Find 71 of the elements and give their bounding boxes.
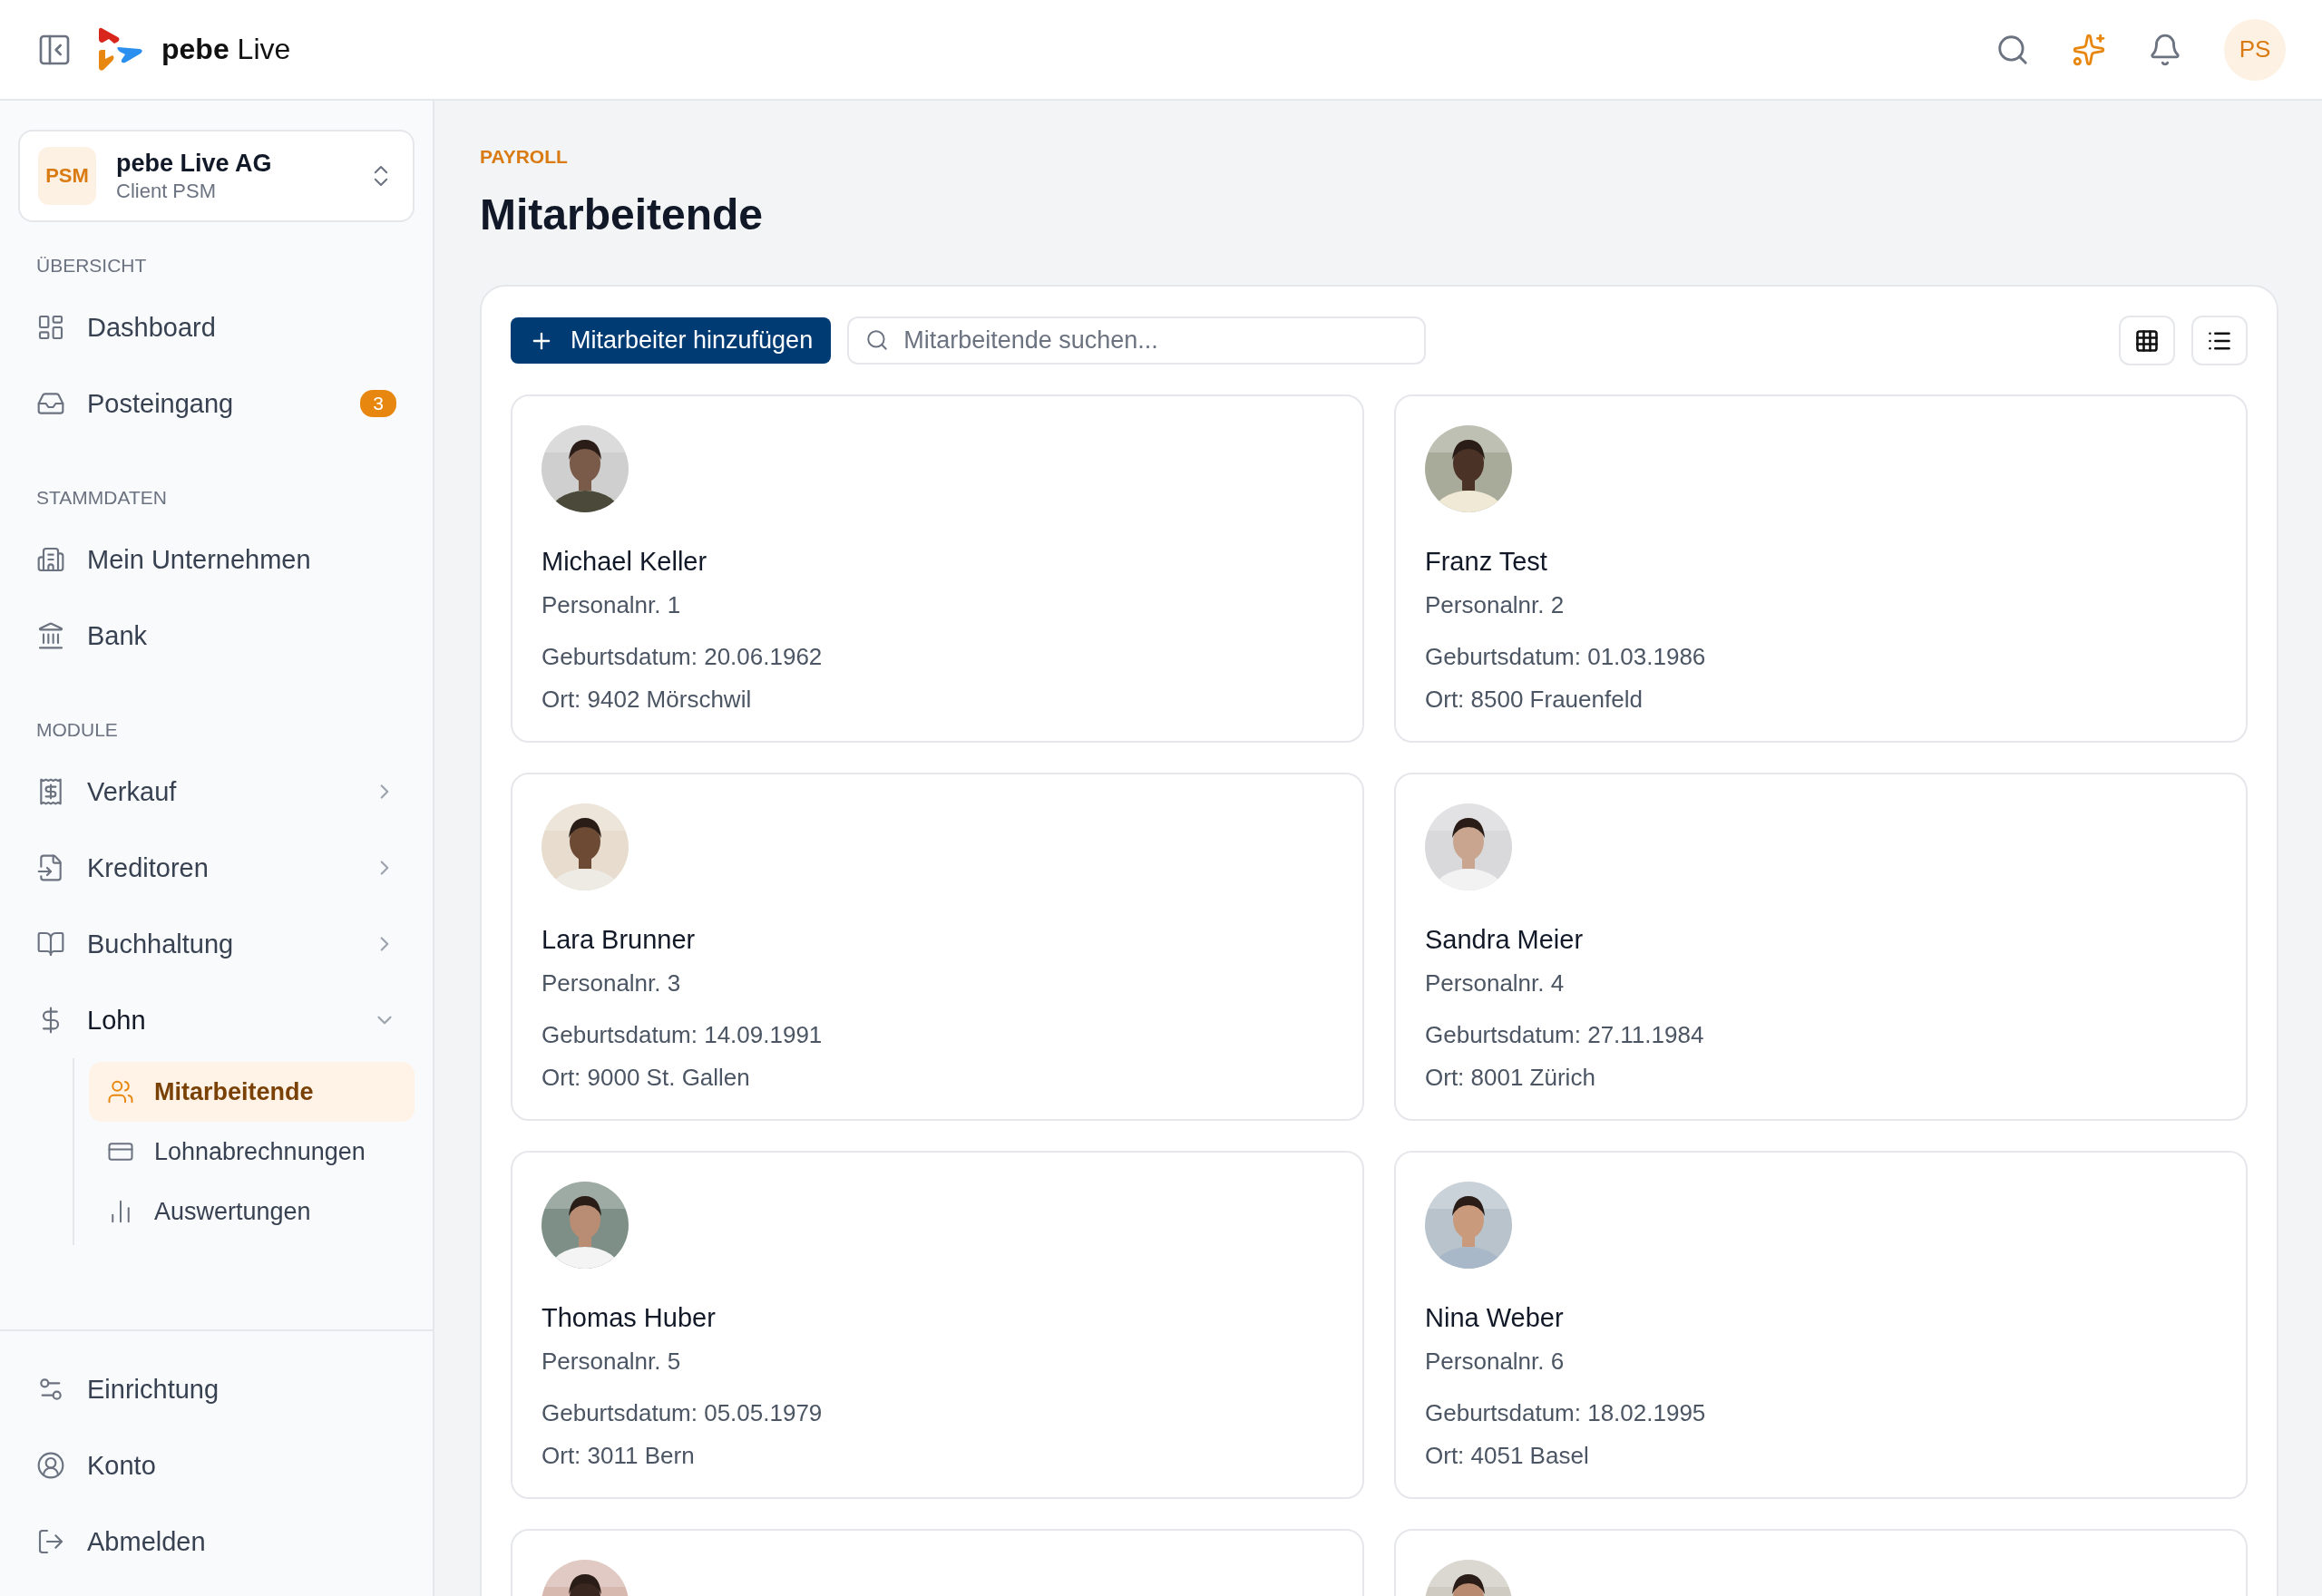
location: Ort: 3011 Bern [541, 1442, 696, 1470]
sidebar-item[interactable]: Einrichtung [18, 1351, 415, 1427]
section-title: MODULE [35, 719, 119, 741]
sidebar-item[interactable]: Kreditoren [18, 830, 415, 906]
sidebar-item[interactable]: Mein Unternehmen [18, 521, 415, 598]
sidebar-subitem[interactable]: Mitarbeitende [89, 1062, 415, 1122]
employee-name: Franz Test [1425, 547, 1548, 577]
client-badge: PSM [38, 147, 96, 205]
employee-card[interactable]: Nina Weber Personalnr. 6 Geburtsdatum: 18.02.1995 Ort: 4051 Basel [1394, 1151, 2248, 1499]
dashboard-icon [36, 313, 65, 342]
employee-card[interactable]: Franz Test Personalnr. 2 Geburtsdatum: 01.03.1986 Ort: 8500 Frauenfeld [1394, 394, 2248, 743]
add-employee-button[interactable]: Mitarbeiter hinzufügen [511, 317, 832, 364]
employee-name: Thomas Huber [541, 1303, 717, 1333]
sidebar-item[interactable]: Posteingang 3 [18, 365, 415, 442]
personnel-number: Personalnr. 3 [541, 969, 682, 998]
location: Ort: 9402 Mörschwil [541, 686, 753, 714]
sidebar-item[interactable]: Bank [18, 598, 415, 674]
personnel-number: Personalnr. 1 [541, 591, 682, 619]
building-icon [36, 545, 65, 574]
employee-name: Nina Weber [1425, 1303, 1565, 1333]
personnel-number: Personalnr. 2 [1425, 591, 1566, 619]
sidebar-item[interactable]: Verkauf [18, 754, 415, 830]
birth-date: Geburtsdatum: 20.06.1962 [541, 643, 824, 671]
personnel-number: Personalnr. 6 [1425, 1348, 1566, 1376]
employee-card[interactable]: Thomas Huber Personalnr. 5 Geburtsdatum: 05.05.1979 Ort: 3011 Bern [511, 1151, 1364, 1499]
page-title: Mitarbeitende [480, 190, 765, 239]
personnel-number: Personalnr. 4 [1425, 969, 1566, 998]
sidebar-item[interactable]: Konto [18, 1427, 415, 1504]
brand-name: pebe Live [161, 33, 291, 66]
birth-date: Geburtsdatum: 01.03.1986 [1425, 643, 1707, 671]
birth-date: Geburtsdatum: 27.11.1984 [1425, 1021, 1705, 1049]
section-title: ÜBERSICHT [35, 255, 148, 277]
sidebar-item[interactable]: Abmelden [18, 1504, 415, 1580]
sidebar-item[interactable]: Dashboard [18, 289, 415, 365]
birth-date: Geburtsdatum: 14.09.1991 [541, 1021, 824, 1049]
search-field[interactable]: Mitarbeitende suchen... [847, 316, 1427, 365]
employee-card[interactable]: Sandra Meier Personalnr. 4 Geburtsdatum: 27.11.1984 Ort: 8001 Zürich [1394, 773, 2248, 1121]
notifications-button[interactable] [2148, 32, 2182, 67]
location: Ort: 8500 Frauenfeld [1425, 686, 1644, 714]
location: Ort: 8001 Zürich [1425, 1064, 1596, 1092]
location: Ort: 4051 Basel [1425, 1442, 1590, 1470]
bank-icon [36, 621, 65, 650]
users-icon [107, 1078, 134, 1105]
search-icon [865, 328, 890, 352]
employee-card[interactable]: Michael Keller Personalnr. 1 Geburtsdatum: 20.06.1962 Ort: 9402 Mörschwil [511, 394, 1364, 743]
location: Ort: 9000 St. Gallen [541, 1064, 751, 1092]
section-title: STAMMDATEN [35, 487, 168, 509]
birth-date: Geburtsdatum: 05.05.1979 [541, 1399, 824, 1427]
grid-view-button[interactable] [2119, 316, 2175, 365]
birth-date: Geburtsdatum: 18.02.1995 [1425, 1399, 1707, 1427]
employee-card[interactable]: Lara Brunner Personalnr. 3 Geburtsdatum: 14.09.1991 Ort: 9000 St. Gallen [511, 773, 1364, 1121]
sidebar-subitem[interactable]: Lohnabrechnungen [89, 1122, 415, 1182]
count-badge: 3 [360, 390, 396, 417]
personnel-number: Personalnr. 5 [541, 1348, 682, 1376]
breadcrumb: PAYROLL [480, 146, 569, 168]
logo-icon [98, 25, 145, 73]
client-name: pebe Live AG [116, 149, 273, 178]
client-switcher[interactable]: PSM pebe Live AG Client PSM [18, 130, 415, 222]
grid-icon [2134, 327, 2160, 354]
sidebar-item[interactable]: Lohn [18, 982, 415, 1058]
employee-name: Lara Brunner [541, 925, 697, 955]
list-view-button[interactable] [2191, 316, 2248, 365]
book-icon [36, 929, 65, 959]
logout-icon [36, 1527, 65, 1556]
sidebar-item[interactable]: Buchhaltung [18, 906, 415, 982]
employee-name: Michael Keller [541, 547, 708, 577]
client-subtitle: Client PSM [116, 179, 218, 203]
employee-name: Sandra Meier [1425, 925, 1585, 955]
sparkles-button[interactable] [2072, 32, 2106, 67]
sidebar-subitem[interactable]: Auswertungen [89, 1182, 415, 1241]
user-circle-icon [36, 1451, 65, 1480]
